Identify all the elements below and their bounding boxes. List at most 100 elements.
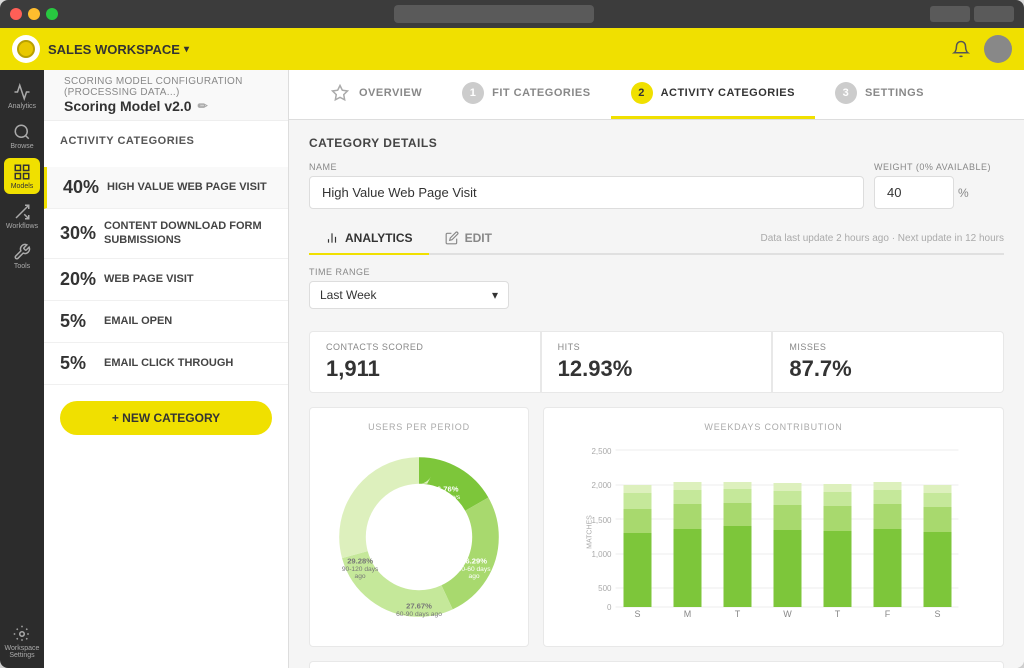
maximize-btn[interactable] (46, 8, 58, 20)
category-item-4[interactable]: 5% EMAIL CLICK THROUGH (44, 343, 288, 385)
tab-analytics-label: ANALYTICS (345, 231, 413, 245)
svg-text:T: T (735, 609, 741, 619)
svg-text:2,500: 2,500 (591, 447, 612, 456)
donut-chart-title: USERS PER PERIOD (324, 422, 514, 432)
step-overview[interactable]: OVERVIEW (309, 70, 442, 119)
step-overview-label: OVERVIEW (359, 87, 422, 99)
svg-text:S: S (934, 609, 940, 619)
sidebar-item-workflows[interactable]: Workflows (4, 198, 40, 234)
stat-hits-value: 12.93% (558, 356, 756, 382)
stat-contacts-value: 1,911 (326, 356, 524, 382)
svg-text:27.67%: 27.67% (406, 601, 432, 610)
sidebar-item-models[interactable]: Models (4, 158, 40, 194)
step-settings-num: 3 (835, 82, 857, 104)
user-avatar[interactable] (984, 35, 1012, 63)
close-btn[interactable] (10, 8, 22, 20)
title-bar (0, 0, 1024, 28)
cat-percent-2: 20% (60, 269, 104, 290)
stat-contacts: CONTACTS SCORED 1,911 (309, 331, 541, 393)
weight-field: WEIGHT (0% AVAILABLE) % (874, 162, 1004, 209)
models-label: Models (11, 183, 34, 190)
svg-text:29.28%: 29.28% (347, 557, 373, 566)
browse-label: Browse (10, 143, 33, 150)
sidebar-item-browse[interactable]: Browse (4, 118, 40, 154)
category-item-3[interactable]: 5% EMAIL OPEN (44, 301, 288, 343)
workspace-dropdown-icon[interactable]: ▾ (184, 44, 189, 55)
svg-text:ago: ago (469, 573, 480, 580)
svg-text:ago: ago (440, 501, 451, 508)
step-settings-label: SETTINGS (865, 87, 924, 99)
sidebar-item-workspace-settings[interactable]: Workspace Settings (4, 624, 40, 660)
name-input[interactable] (309, 176, 864, 209)
step-activity-categories[interactable]: 2 ACTIVITY CATEGORIES (611, 70, 815, 119)
cat-name-1: CONTENT DOWNLOAD FORM SUBMISSIONS (104, 219, 272, 248)
step-activity-label: ACTIVITY CATEGORIES (661, 87, 795, 99)
overview-icon (329, 82, 351, 104)
data-table: TIME ↓ MAX SCORE (%) MATCH RATE TOT. EVE… (309, 661, 1004, 668)
step-fit-num: 1 (462, 82, 484, 104)
edit-model-icon[interactable]: ✏ (198, 99, 208, 113)
category-item-0[interactable]: 40% HIGH VALUE WEB PAGE VISIT (44, 167, 288, 209)
stat-hits-label: HITS (558, 342, 756, 352)
content-area: OVERVIEW 1 FIT CATEGORIES 2 ACTIVITY CAT… (289, 70, 1024, 668)
weight-input[interactable] (874, 176, 954, 209)
svg-text:S: S (634, 609, 640, 619)
details-area: CATEGORY DETAILS NAME WEIGHT (0% AVAILAB… (289, 120, 1024, 668)
step-fit-categories[interactable]: 1 FIT CATEGORIES (442, 70, 610, 119)
bar-chart-title: WEEKDAYS CONTRIBUTION (558, 422, 989, 432)
weight-label: WEIGHT (0% AVAILABLE) (874, 162, 1004, 172)
svg-text:F: F (885, 609, 891, 619)
toolbar-btn-2 (974, 6, 1014, 22)
weight-input-row: % (874, 176, 1004, 209)
svg-text:1,500: 1,500 (591, 516, 612, 525)
name-label: NAME (309, 162, 864, 172)
svg-text:16.76%: 16.76% (433, 484, 459, 493)
tab-edit-label: EDIT (465, 231, 492, 245)
details-title: CATEGORY DETAILS (309, 136, 1004, 150)
svg-text:1,000: 1,000 (591, 550, 612, 559)
top-bar: SALES WORKSPACE ▾ (0, 28, 1024, 70)
time-range-value: Last Week (320, 288, 376, 302)
scoring-header: SCORING MODEL CONFIGURATION (Processing … (44, 70, 288, 121)
time-range-label: TIME RANGE (309, 267, 509, 277)
cat-percent-0: 40% (63, 177, 107, 198)
tab-analytics[interactable]: ANALYTICS (309, 223, 429, 255)
workflows-label: Workflows (6, 223, 38, 230)
stat-contacts-label: CONTACTS SCORED (326, 342, 524, 352)
logo (12, 35, 40, 63)
cat-name-0: HIGH VALUE WEB PAGE VISIT (107, 180, 267, 194)
stat-misses-value: 87.7% (789, 356, 987, 382)
detail-tabs: ANALYTICS EDIT Data last update 2 hours … (309, 223, 1004, 255)
workspace-name[interactable]: SALES WORKSPACE ▾ (48, 42, 189, 57)
category-item-2[interactable]: 20% WEB PAGE VISIT (44, 259, 288, 301)
cat-percent-1: 30% (60, 223, 104, 244)
step-activity-num: 2 (631, 82, 653, 104)
step-nav: OVERVIEW 1 FIT CATEGORIES 2 ACTIVITY CAT… (289, 70, 1024, 120)
stat-misses-label: MISSES (789, 342, 987, 352)
time-range-select[interactable]: Last Week ▾ (309, 281, 509, 309)
data-update-info: Data last update 2 hours ago · Next upda… (761, 233, 1005, 244)
bar-chart-svg: 2,500 2,000 1,500 1,000 500 0 MATCHES (558, 442, 989, 622)
time-range-arrow: ▾ (492, 288, 498, 302)
cat-name-2: WEB PAGE VISIT (104, 272, 194, 286)
name-weight-row: NAME WEIGHT (0% AVAILABLE) % (309, 162, 1004, 209)
top-bar-right (948, 35, 1012, 63)
stat-hits: HITS 12.93% (541, 331, 773, 393)
tab-edit[interactable]: EDIT (429, 223, 508, 255)
svg-text:26.29%: 26.29% (461, 557, 487, 566)
notification-icon[interactable] (948, 36, 974, 62)
cat-name-4: EMAIL CLICK THROUGH (104, 356, 233, 370)
sidebar-item-tools[interactable]: Tools (4, 238, 40, 274)
new-category-button[interactable]: + NEW CATEGORY (60, 401, 272, 435)
step-settings[interactable]: 3 SETTINGS (815, 70, 944, 119)
minimize-btn[interactable] (28, 8, 40, 20)
category-item-1[interactable]: 30% CONTENT DOWNLOAD FORM SUBMISSIONS (44, 209, 288, 259)
sidebar-item-analytics[interactable]: Analytics (4, 78, 40, 114)
svg-text:0: 0 (607, 603, 612, 612)
svg-text:MATCHES: MATCHES (587, 515, 594, 549)
cat-name-3: EMAIL OPEN (104, 314, 172, 328)
svg-text:M: M (684, 609, 692, 619)
svg-text:60-90 days ago: 60-90 days ago (396, 611, 442, 618)
logo-inner (17, 40, 35, 58)
workspace-settings-label: Workspace Settings (4, 645, 40, 659)
